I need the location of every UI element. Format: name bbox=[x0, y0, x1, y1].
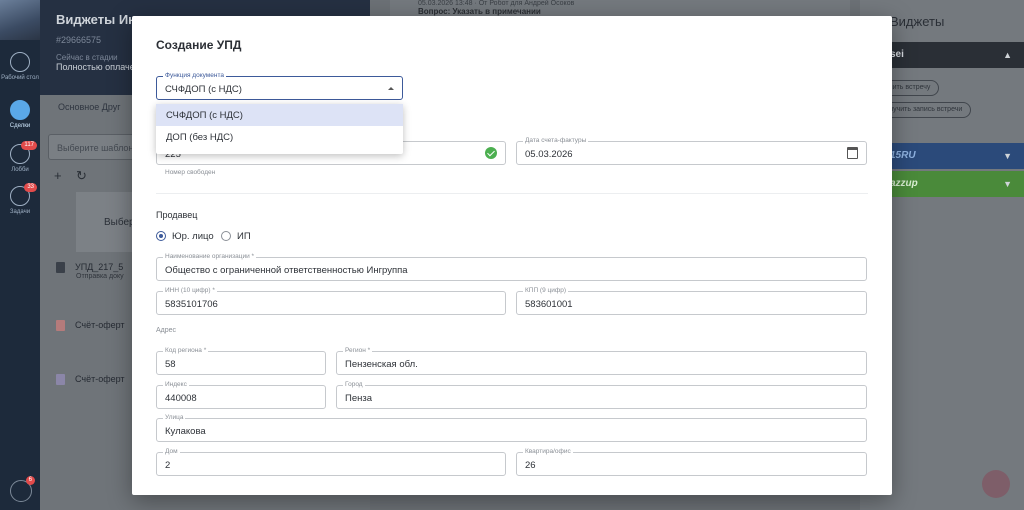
tasks-icon: 33 bbox=[10, 183, 37, 206]
doc-item[interactable]: Счёт-оферт bbox=[56, 374, 125, 386]
rail-avatar[interactable] bbox=[0, 0, 40, 40]
option-dop[interactable]: ДОП (без НДС) bbox=[156, 126, 403, 148]
chevron-down-icon: ▼ bbox=[1003, 179, 1012, 189]
region-field[interactable]: Регион * Пензенская обл. bbox=[336, 346, 867, 375]
document-icon bbox=[56, 262, 65, 274]
create-upd-modal: Создание УПД Функция документа СЧФДОП (с… bbox=[132, 16, 892, 495]
calendar-icon[interactable] bbox=[847, 147, 858, 159]
invoice-number-helper: Номер свободен bbox=[165, 169, 216, 176]
rail-bottom-badge: 6 bbox=[25, 476, 35, 485]
gauge-icon bbox=[10, 52, 30, 72]
radio-legal-entity[interactable]: Юр. лицо bbox=[156, 231, 214, 242]
kpp-field[interactable]: КПП (9 цифр) 583601001 bbox=[516, 286, 867, 315]
index-field[interactable]: Индекс 440008 bbox=[156, 380, 326, 409]
check-circle-icon bbox=[485, 147, 497, 159]
inn-field[interactable]: ИНН (10 цифр) * 5835101706 bbox=[156, 286, 506, 315]
document-icon bbox=[56, 320, 65, 332]
deal-tabs[interactable]: Основное Друг bbox=[58, 102, 121, 112]
rail-bottom-icon[interactable]: 6 bbox=[10, 476, 35, 502]
plus-icon[interactable]: + bbox=[54, 168, 62, 183]
radio-checked-icon bbox=[156, 231, 166, 242]
rail-item-lobby[interactable]: 117 Лобби bbox=[0, 141, 40, 174]
chat-fab-icon[interactable] bbox=[982, 470, 1010, 498]
org-name-field[interactable]: Наименование организации * Общество с ог… bbox=[156, 252, 867, 281]
tasks-badge: 33 bbox=[24, 183, 37, 192]
chevron-up-icon: ▲ bbox=[1003, 50, 1012, 60]
doc-function-dropdown: СЧФДОП (с НДС) ДОП (без НДС) bbox=[156, 104, 403, 154]
invoice-date-field[interactable]: Дата счета-фактуры 05.03.2026 bbox=[516, 136, 867, 165]
rail-item-deals[interactable]: Сделки bbox=[0, 100, 40, 130]
document-icon bbox=[56, 374, 65, 386]
address-heading: Адрес bbox=[156, 327, 177, 334]
caret-up-icon bbox=[388, 87, 394, 90]
chevron-down-icon: ▼ bbox=[1003, 151, 1012, 161]
widgets-title: Виджеты bbox=[890, 14, 945, 29]
doc-item[interactable]: УПД_217_5 Отправка доку bbox=[56, 262, 124, 280]
option-schfdop[interactable]: СЧФДОП (с НДС) bbox=[156, 104, 403, 126]
doc-tools: + ↻ bbox=[54, 168, 87, 184]
refresh-icon[interactable]: ↻ bbox=[76, 168, 87, 183]
lobby-icon: 117 bbox=[10, 141, 37, 164]
doc-item[interactable]: Счёт-оферт bbox=[56, 320, 125, 332]
flat-field[interactable]: Квартира/офис 26 bbox=[516, 447, 867, 476]
rail-item-tasks[interactable]: 33 Задачи bbox=[0, 183, 40, 216]
doc-function-select[interactable]: Функция документа СЧФДОП (с НДС) bbox=[156, 71, 403, 100]
radio-unchecked-icon bbox=[221, 231, 231, 242]
modal-title: Создание УПД bbox=[156, 38, 242, 52]
street-field[interactable]: Улица Кулакова bbox=[156, 413, 867, 442]
left-rail: Рабочий стол Сделки 117 Лобби 33 Задачи … bbox=[0, 0, 40, 510]
house-field[interactable]: Дом 2 bbox=[156, 447, 506, 476]
region-code-field[interactable]: Код региона * 58 bbox=[156, 346, 326, 375]
feed-item: 05.03.2026 13:48 · От Робот для Андрей О… bbox=[390, 0, 850, 16]
city-field[interactable]: Город Пенза bbox=[336, 380, 867, 409]
rail-item-dashboard[interactable]: Рабочий стол bbox=[0, 52, 40, 82]
divider bbox=[156, 193, 868, 194]
deals-icon bbox=[10, 100, 30, 120]
lobby-badge: 117 bbox=[21, 141, 37, 150]
radio-ip[interactable]: ИП bbox=[221, 231, 251, 242]
seller-heading: Продавец bbox=[156, 210, 198, 220]
